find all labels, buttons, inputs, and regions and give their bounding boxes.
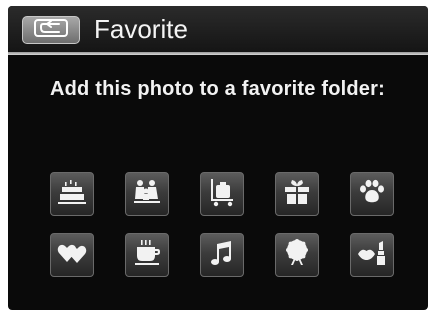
paw-print-icon	[357, 177, 387, 212]
folder-cafe-button[interactable]	[125, 233, 169, 277]
folder-music-button[interactable]	[200, 233, 244, 277]
instruction-text: Add this photo to a favorite folder:	[50, 78, 385, 100]
header-bar: Favorite	[8, 6, 428, 52]
header-divider	[8, 52, 428, 55]
music-note-icon	[207, 238, 237, 273]
favorite-folder-grid	[50, 172, 410, 294]
folder-row-1	[50, 172, 410, 218]
folder-row-2	[50, 233, 410, 279]
favorite-screen: Favorite Add this photo to a favorite fo…	[8, 6, 428, 310]
page-title: Favorite	[94, 14, 188, 44]
gift-icon	[282, 177, 312, 212]
folder-travel-button[interactable]	[200, 172, 244, 216]
folder-beauty-button[interactable]	[350, 233, 394, 277]
birthday-cake-icon	[57, 177, 87, 212]
ferris-wheel-icon	[282, 238, 312, 273]
folder-amusement-button[interactable]	[275, 233, 319, 277]
folder-pets-button[interactable]	[350, 172, 394, 216]
lips-lipstick-icon	[357, 238, 387, 273]
folder-love-button[interactable]	[50, 233, 94, 277]
folder-gift-button[interactable]	[275, 172, 319, 216]
hearts-icon	[57, 238, 87, 273]
luggage-cart-icon	[207, 177, 237, 212]
folder-birthday-button[interactable]	[50, 172, 94, 216]
back-button[interactable]	[22, 16, 80, 44]
back-arrow-icon	[33, 18, 69, 43]
family-icon	[132, 177, 162, 212]
folder-family-button[interactable]	[125, 172, 169, 216]
coffee-cup-icon	[132, 238, 162, 273]
